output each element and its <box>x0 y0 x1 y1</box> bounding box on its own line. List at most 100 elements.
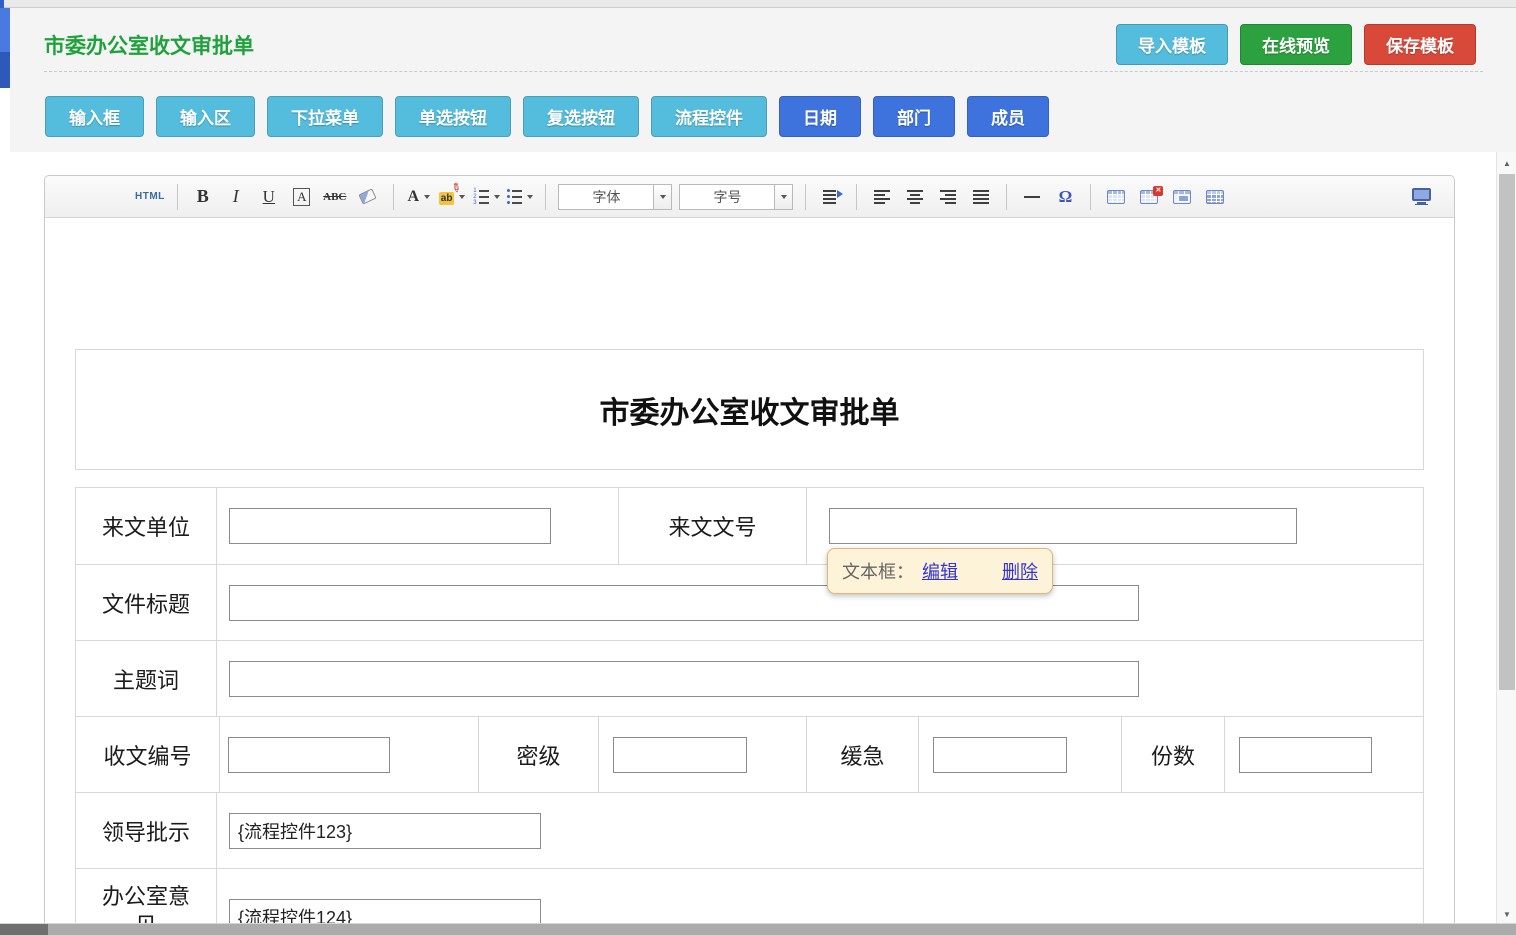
cell-properties-icon <box>1206 190 1224 204</box>
btn-input-area[interactable]: 输入区 <box>156 96 255 137</box>
btn-checkbox[interactable]: 复选按钮 <box>523 96 639 137</box>
ordered-list-button[interactable]: 1 2 3 <box>472 182 500 212</box>
horizontal-rule-button[interactable] <box>1019 182 1045 212</box>
table-cell <box>216 793 1423 868</box>
char-border-icon: A <box>293 188 310 206</box>
input-doc-number[interactable] <box>829 508 1297 544</box>
btn-radio-button[interactable]: 单选按钮 <box>395 96 511 137</box>
page-title: 市委办公室收文审批单 <box>44 30 254 60</box>
chevron-down-icon <box>494 195 500 199</box>
delete-link[interactable]: 删除 <box>1002 558 1038 584</box>
font-color-icon: A <box>408 188 420 206</box>
horizontal-rule-icon <box>1024 196 1040 198</box>
tooltip-label: 文本框： <box>842 558 914 584</box>
italic-button[interactable]: I <box>223 182 249 212</box>
scroll-thumb[interactable] <box>1499 174 1515 690</box>
ordered-list-icon: 1 2 3 <box>472 189 489 205</box>
strikethrough-icon: ABC <box>323 191 346 203</box>
table-properties-button[interactable] <box>1169 182 1195 212</box>
special-char-button[interactable]: Ω <box>1052 182 1078 212</box>
table-row: 收文编号 密级 缓急 份数 <box>76 716 1423 792</box>
vertical-scrollbar[interactable]: ▲ ▼ <box>1496 152 1516 925</box>
btn-input-box[interactable]: 输入框 <box>45 96 144 137</box>
font-size-dropdown-button[interactable] <box>774 185 792 209</box>
btn-department[interactable]: 部门 <box>873 96 955 137</box>
scroll-up-arrow[interactable]: ▲ <box>1497 154 1516 172</box>
toolbar-separator <box>177 184 178 210</box>
btn-dropdown-menu[interactable]: 下拉菜单 <box>267 96 383 137</box>
editor-toolbar: HTML B I U A ABC A ab ✎ <box>45 176 1454 218</box>
indent-button[interactable] <box>818 182 844 212</box>
table-row: 领导批示 <box>76 792 1423 868</box>
btn-member[interactable]: 成员 <box>967 96 1049 137</box>
bold-icon: B <box>197 186 209 207</box>
highlight-color-button[interactable]: ab ✎ <box>439 182 466 212</box>
input-source-unit[interactable] <box>229 508 551 544</box>
font-family-select[interactable]: 字体 <box>558 184 672 210</box>
table-properties-icon <box>1173 190 1191 204</box>
indent-icon <box>823 190 839 204</box>
save-template-button[interactable]: 保存模板 <box>1364 24 1476 65</box>
monitor-icon <box>1412 188 1431 205</box>
bold-button[interactable]: B <box>190 182 216 212</box>
input-urgency[interactable] <box>933 737 1067 773</box>
italic-icon: I <box>233 186 239 207</box>
input-secrecy[interactable] <box>613 737 747 773</box>
highlight-icon: ab ✎ <box>439 189 455 204</box>
edit-link[interactable]: 编辑 <box>922 558 958 584</box>
table-cell <box>918 717 1121 792</box>
table-cell <box>216 641 1423 716</box>
form-title-box: 市委办公室收文审批单 <box>75 349 1424 470</box>
font-family-value: 字体 <box>559 185 653 209</box>
control-tooltip: 文本框： 编辑 删除 <box>827 548 1053 594</box>
page-header: 市委办公室收文审批单 导入模板 在线预览 保存模板 输入框 输入区 下拉菜单 单… <box>10 8 1516 152</box>
blue-arrow-icon <box>837 190 843 198</box>
align-center-button[interactable] <box>902 182 928 212</box>
header-action-buttons: 导入模板 在线预览 保存模板 <box>1116 24 1476 65</box>
toolbar-separator <box>1006 184 1007 210</box>
table-cell <box>598 717 806 792</box>
import-template-button[interactable]: 导入模板 <box>1116 24 1228 65</box>
cell-properties-button[interactable] <box>1202 182 1228 212</box>
align-justify-icon <box>973 190 989 204</box>
field-label-leader-comment: 领导批示 <box>76 793 216 868</box>
insert-table-button[interactable] <box>1103 182 1129 212</box>
font-family-dropdown-button[interactable] <box>653 185 671 209</box>
input-subject[interactable] <box>229 661 1139 697</box>
font-color-button[interactable]: A <box>406 182 432 212</box>
scroll-down-arrow[interactable]: ▼ <box>1497 905 1516 923</box>
html-source-icon: HTML <box>135 191 165 202</box>
online-preview-button[interactable]: 在线预览 <box>1240 24 1352 65</box>
char-border-button[interactable]: A <box>289 182 315 212</box>
font-size-select[interactable]: 字号 <box>679 184 793 210</box>
toolbar-separator <box>1090 184 1091 210</box>
table-cell <box>216 488 618 564</box>
input-copies[interactable] <box>1239 737 1372 773</box>
window-top-edge <box>0 0 1516 8</box>
fullscreen-button[interactable] <box>1408 182 1434 212</box>
html-source-button[interactable]: HTML <box>135 182 165 212</box>
input-receipt-number[interactable] <box>228 737 390 773</box>
delete-table-button[interactable] <box>1136 182 1162 212</box>
strikethrough-button[interactable]: ABC <box>322 182 348 212</box>
chevron-down-icon <box>424 195 430 199</box>
field-label-secrecy: 密级 <box>478 717 598 792</box>
table-cell <box>219 717 478 792</box>
align-right-button[interactable] <box>935 182 961 212</box>
field-label-source-unit: 来文单位 <box>76 488 216 564</box>
unordered-list-button[interactable] <box>507 182 533 212</box>
field-button-row: 输入框 输入区 下拉菜单 单选按钮 复选按钮 流程控件 日期 部门 成员 <box>45 96 1049 137</box>
table-cell <box>216 565 1423 640</box>
btn-flow-control[interactable]: 流程控件 <box>651 96 767 137</box>
field-label-subject: 主题词 <box>76 641 216 716</box>
underline-button[interactable]: U <box>256 182 282 212</box>
remove-format-button[interactable] <box>355 182 381 212</box>
table-icon <box>1107 190 1125 204</box>
unordered-list-icon <box>507 189 522 205</box>
table-row: 文件标题 <box>76 564 1423 640</box>
input-leader-comment[interactable] <box>229 813 541 849</box>
align-left-button[interactable] <box>869 182 895 212</box>
btn-date[interactable]: 日期 <box>779 96 861 137</box>
align-justify-button[interactable] <box>968 182 994 212</box>
editor-content[interactable]: 市委办公室收文审批单 来文单位 来文文号 文件标题 主题词 <box>45 349 1454 935</box>
